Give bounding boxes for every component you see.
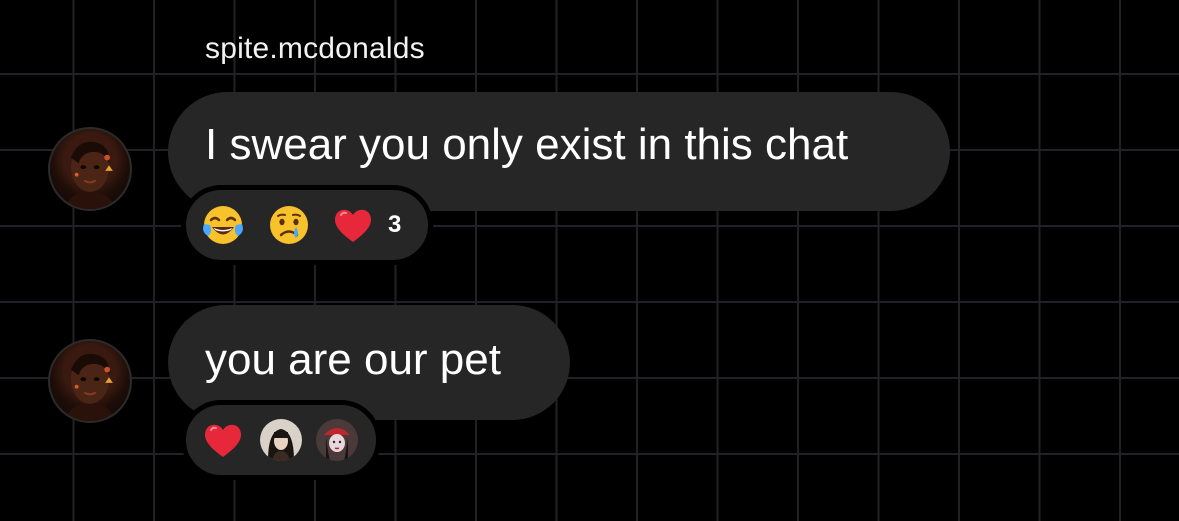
red-heart-icon bbox=[330, 202, 376, 248]
sender-avatar[interactable] bbox=[48, 339, 132, 423]
red-heart-icon bbox=[200, 417, 246, 463]
crying-face-icon bbox=[266, 202, 312, 248]
reaction-count: 3 bbox=[388, 211, 402, 238]
reactions-bar[interactable] bbox=[181, 400, 381, 480]
sender-name[interactable]: spite.mcdonalds bbox=[205, 32, 425, 66]
reactions-bar[interactable]: 3 bbox=[181, 185, 433, 265]
reactor-avatar[interactable] bbox=[260, 419, 302, 461]
sender-avatar[interactable] bbox=[48, 127, 132, 211]
reactor-avatar[interactable] bbox=[316, 419, 358, 461]
face-with-tears-of-joy-icon bbox=[200, 202, 246, 248]
grid-background bbox=[0, 0, 1179, 521]
